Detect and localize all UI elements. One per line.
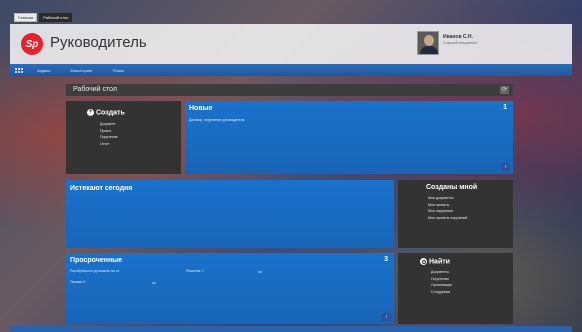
avatar-head [424,35,434,46]
overdue-row-title: Разобраться и доложить по ст. [70,269,120,273]
tab-desktop[interactable]: Рабочий стол [39,13,73,22]
create-list: Документ Проект Поручение Отчет [100,121,118,147]
search-icon [420,258,427,265]
tab-home[interactable]: Главная [14,13,38,22]
bottom-strip [10,326,572,332]
refresh-icon[interactable]: ⟳ [500,86,509,94]
nav-item-tasks[interactable]: Задачи [37,68,50,73]
tile-find: Найти Документы Поручения Организации Со… [398,253,513,324]
tile-create: + Создать Документ Проект Поручение Отчет [66,101,181,174]
find-item-documents[interactable]: Документы [431,269,452,276]
overdue-row-doc: Решение 7 [186,269,204,273]
new-list: Договор: поручение руководителя [189,117,244,124]
overdue-row-title: Письмо 2 [70,280,86,284]
tile-created-title[interactable]: Созданы мной [426,184,477,191]
find-item-employees[interactable]: Сотрудники [431,289,452,296]
tile-overdue-count: 3 [384,256,388,263]
find-list: Документы Поручения Организации Сотрудни… [431,269,452,295]
tile-new-title: Новые [189,105,213,112]
new-item[interactable]: Договор: поручение руководителя [189,117,244,124]
app-title: Руководитель [50,34,147,51]
overdue-row-dots[interactable]: ••• [258,269,262,274]
overdue-row[interactable]: Письмо 2 ••• [70,280,310,286]
tile-created-by-me: Созданы мной Мои документы Мои проекты М… [398,180,513,248]
open-new-button[interactable]: › [501,163,510,171]
plus-icon: + [87,109,94,116]
user-role: Старший специалист [443,41,478,45]
create-item-assignment[interactable]: Поручение [100,134,118,141]
find-item-organizations[interactable]: Организации [431,282,452,289]
user-name[interactable]: Иванов С.Н. [443,34,473,40]
main-nav: Задачи Мониторинг Поиск [10,64,572,76]
tile-overdue[interactable]: Просроченные 3 Разобраться и доложить по… [66,253,394,324]
tile-new-count: 1 [503,104,507,111]
page-title: Рабочий стол [73,86,117,93]
tile-new[interactable]: Новые 1 Договор: поручение руководителя … [185,101,513,174]
page-titlebar: Рабочий стол ⟳ [66,84,513,96]
created-item-assignment-projects[interactable]: Мои проекты поручений [428,215,467,222]
overdue-row[interactable]: Разобраться и доложить по ст. Решение 7 … [70,269,310,275]
app-header: Sp Руководитель Иванов С.Н. Старший спец… [10,24,572,64]
nav-item-monitoring[interactable]: Мониторинг [70,68,92,73]
tile-due-today-title: Истекают сегодня [70,185,133,192]
create-item-report[interactable]: Отчет [100,141,118,148]
nav-item-search[interactable]: Поиск [113,68,124,73]
top-tabs: Главная Рабочий стол [14,13,73,22]
tile-find-header[interactable]: Найти [420,258,450,265]
avatar-body [420,46,438,54]
tile-due-today[interactable]: Истекают сегодня [66,180,394,248]
create-item-document[interactable]: Документ [100,121,118,128]
app-logo[interactable]: Sp [21,33,43,55]
created-list: Мои документы Мои проекты Мои поручения … [428,195,467,221]
grid-menu-icon[interactable] [15,66,25,74]
tile-create-title: Создать [96,109,125,117]
tile-find-title: Найти [429,258,450,266]
avatar[interactable] [417,31,439,55]
overdue-row-dots[interactable]: ••• [152,280,156,285]
tile-create-header[interactable]: + Создать [87,109,125,116]
tile-overdue-title: Просроченные [70,257,123,264]
open-overdue-button[interactable]: › [382,313,391,321]
